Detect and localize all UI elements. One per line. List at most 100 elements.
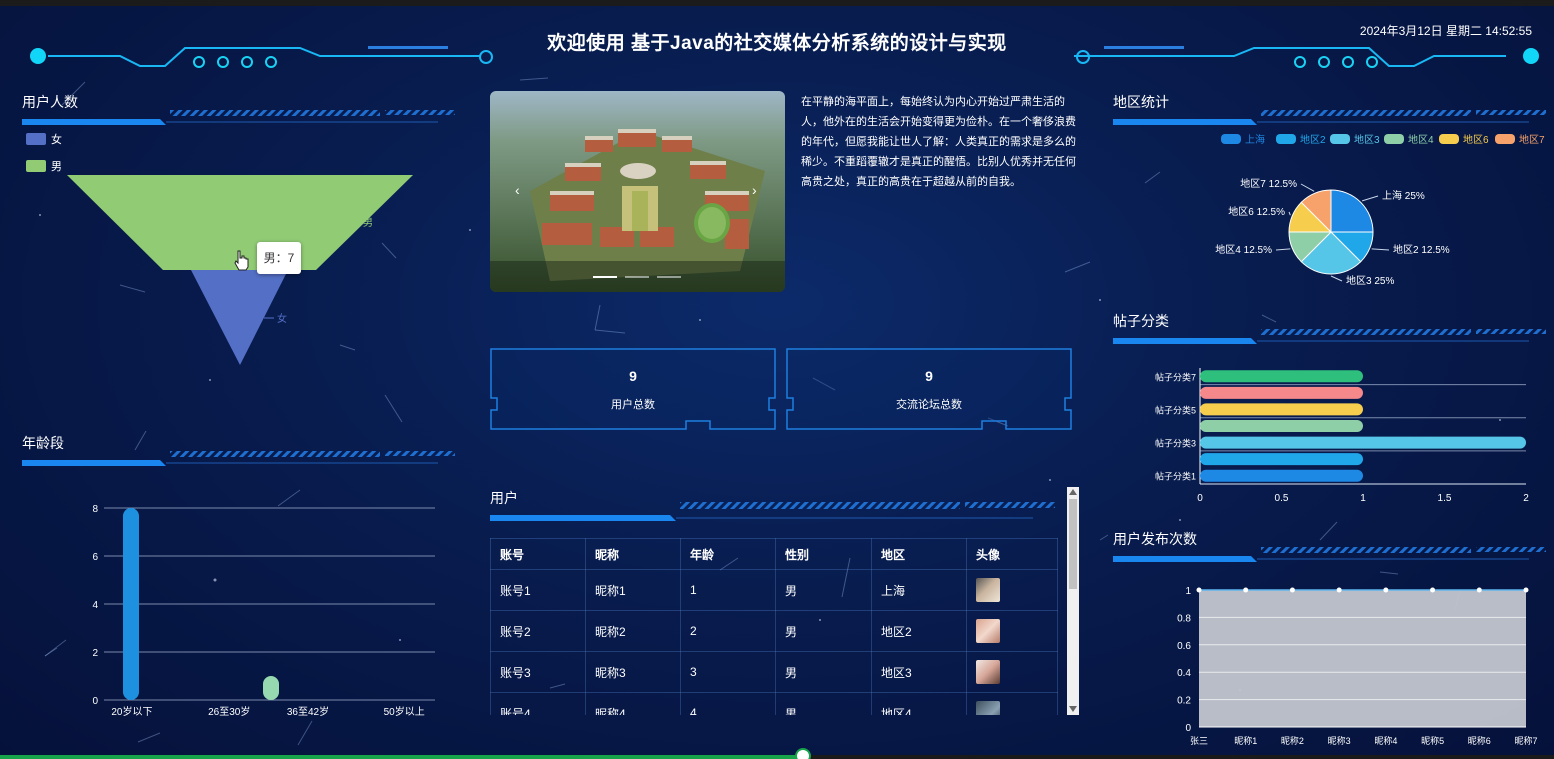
pie-label: 地区7 12.5% — [1240, 177, 1297, 190]
cell-avatar — [966, 610, 1058, 652]
legend-swatch[interactable] — [1384, 134, 1404, 144]
legend-label-female: 女 — [51, 132, 62, 146]
y-tick-label: 帖子分类3 — [1155, 438, 1196, 449]
user-table-scrollbar[interactable] — [1067, 487, 1079, 715]
x-tick-label: 昵称5 — [1421, 735, 1444, 746]
scroll-up-icon[interactable] — [1069, 489, 1077, 495]
column-header-age[interactable]: 年龄 — [680, 538, 776, 570]
stat-box-frame — [786, 348, 1072, 430]
column-header-gender[interactable]: 性别 — [775, 538, 872, 570]
legend-swatch[interactable] — [1330, 134, 1350, 144]
column-header-avatar[interactable]: 头像 — [966, 538, 1058, 570]
table-row[interactable]: 账号2 昵称2 2 男 地区2 — [490, 610, 1058, 652]
y-tick-label: 0.4 — [1177, 668, 1191, 679]
carousel-next-icon[interactable]: › — [752, 182, 757, 198]
posts-point[interactable] — [1430, 587, 1436, 593]
posts-point[interactable] — [1383, 587, 1389, 593]
category-bar[interactable] — [1200, 370, 1363, 383]
y-tick-label: 0.6 — [1177, 641, 1191, 652]
carousel-indicator-1[interactable] — [593, 276, 617, 278]
table-row[interactable]: 账号1 昵称1 1 男 上海 — [490, 569, 1058, 611]
panel-title-post-category: 帖子分类 — [1113, 313, 1169, 329]
x-tick-label: 20岁以下 — [111, 705, 152, 718]
category-bar[interactable] — [1200, 436, 1526, 449]
y-tick-label: 0.2 — [1177, 696, 1191, 707]
x-tick-label: 昵称7 — [1514, 735, 1537, 746]
category-bar[interactable] — [1200, 469, 1363, 482]
panel-title-user-posts: 用户发布次数 — [1113, 531, 1197, 547]
age-bar[interactable] — [123, 508, 139, 700]
table-row[interactable]: 账号3 昵称3 3 男 地区3 — [490, 651, 1058, 693]
legend-label: 地区4 — [1408, 133, 1434, 146]
posts-area[interactable] — [1199, 590, 1526, 727]
x-tick-label: 昵称1 — [1234, 735, 1257, 746]
cell-nickname: 昵称1 — [585, 569, 681, 611]
column-header-account[interactable]: 账号 — [490, 538, 586, 570]
pie-label: 地区4 12.5% — [1215, 243, 1272, 256]
cell-gender: 男 — [775, 610, 872, 652]
cell-region: 上海 — [871, 569, 967, 611]
pie-slice[interactable] — [1330, 189, 1374, 233]
legend-swatch-female[interactable] — [26, 133, 46, 145]
age-bar[interactable] — [263, 676, 279, 700]
category-bar[interactable] — [1200, 453, 1363, 466]
x-tick-label: 昵称4 — [1374, 735, 1397, 746]
legend-swatch-male[interactable] — [26, 160, 46, 172]
pie-leader-line — [1330, 275, 1343, 282]
campus-image-carousel[interactable]: ‹ › — [490, 91, 785, 292]
cell-age: 2 — [680, 610, 776, 652]
cell-age: 4 — [680, 692, 776, 715]
legend-swatch[interactable] — [1439, 134, 1459, 144]
x-tick-label: 1.5 — [1438, 493, 1452, 504]
category-bar[interactable] — [1200, 420, 1363, 432]
legend-swatch[interactable] — [1221, 134, 1241, 144]
legend-label: 地区3 — [1354, 133, 1380, 146]
posts-point[interactable] — [1336, 587, 1342, 593]
pie-leader-line — [1371, 248, 1390, 251]
table-row[interactable]: 账号4 昵称4 4 男 地区4 — [490, 692, 1058, 715]
panel-title-user-count: 用户人数 — [22, 94, 78, 110]
campus-aerial-image: ‹ › — [490, 91, 785, 292]
cell-region: 地区3 — [871, 651, 967, 693]
pie-label: 地区2 12.5% — [1393, 243, 1450, 256]
y-tick-label: 0 — [1185, 723, 1191, 734]
x-tick-label: 50岁以上 — [384, 705, 425, 718]
legend-swatch[interactable] — [1276, 134, 1296, 144]
cell-gender: 男 — [775, 651, 872, 693]
cell-region: 地区2 — [871, 610, 967, 652]
pie-label: 地区3 25% — [1346, 274, 1394, 287]
scrollbar-thumb[interactable] — [1069, 499, 1077, 589]
posts-point[interactable] — [1289, 587, 1295, 593]
user-table-viewport[interactable]: 账号 昵称 年龄 性别 地区 头像 账号1 昵称1 1 男 上海 账号2 昵称2… — [490, 538, 1058, 715]
avatar[interactable] — [976, 660, 1000, 684]
stat-box-users: 9 用户总数 — [490, 348, 776, 430]
category-bar[interactable] — [1200, 386, 1363, 399]
avatar[interactable] — [976, 701, 1000, 715]
x-tick-label: 0.5 — [1275, 493, 1289, 504]
window-bottom-bar — [0, 755, 1554, 759]
column-header-region[interactable]: 地区 — [871, 538, 967, 570]
stat-value-forum: 9 — [925, 368, 933, 384]
cell-nickname: 昵称4 — [585, 692, 681, 715]
progress-handle-icon[interactable] — [794, 747, 812, 759]
posts-point[interactable] — [1476, 587, 1482, 593]
scroll-down-icon[interactable] — [1069, 706, 1077, 712]
y-tick-label: 帖子分类7 — [1155, 371, 1196, 382]
carousel-indicator-2[interactable] — [625, 276, 649, 278]
column-header-nickname[interactable]: 昵称 — [585, 538, 681, 570]
user-posts-area-chart: 0 0.2 0.4 0.6 0.8 1 张三 昵称1 昵称2 昵称3 昵称4 昵称5 昵称6 昵称7 — [1177, 586, 1537, 746]
legend-label: 上海 — [1245, 133, 1265, 146]
carousel-indicator-3[interactable] — [657, 276, 681, 278]
x-tick-label: 2 — [1523, 493, 1529, 504]
carousel-prev-icon[interactable]: ‹ — [515, 182, 520, 198]
legend-swatch[interactable] — [1495, 134, 1515, 144]
avatar[interactable] — [976, 619, 1000, 643]
avatar[interactable] — [976, 578, 1000, 602]
posts-point[interactable] — [1243, 587, 1249, 593]
category-bar[interactable] — [1200, 403, 1363, 416]
posts-point[interactable] — [1196, 587, 1202, 593]
x-tick-label: 36至42岁 — [287, 705, 329, 718]
posts-point[interactable] — [1523, 587, 1529, 593]
cell-nickname: 昵称2 — [585, 610, 681, 652]
user-table: 账号 昵称 年龄 性别 地区 头像 账号1 昵称1 1 男 上海 账号2 昵称2… — [490, 538, 1058, 715]
